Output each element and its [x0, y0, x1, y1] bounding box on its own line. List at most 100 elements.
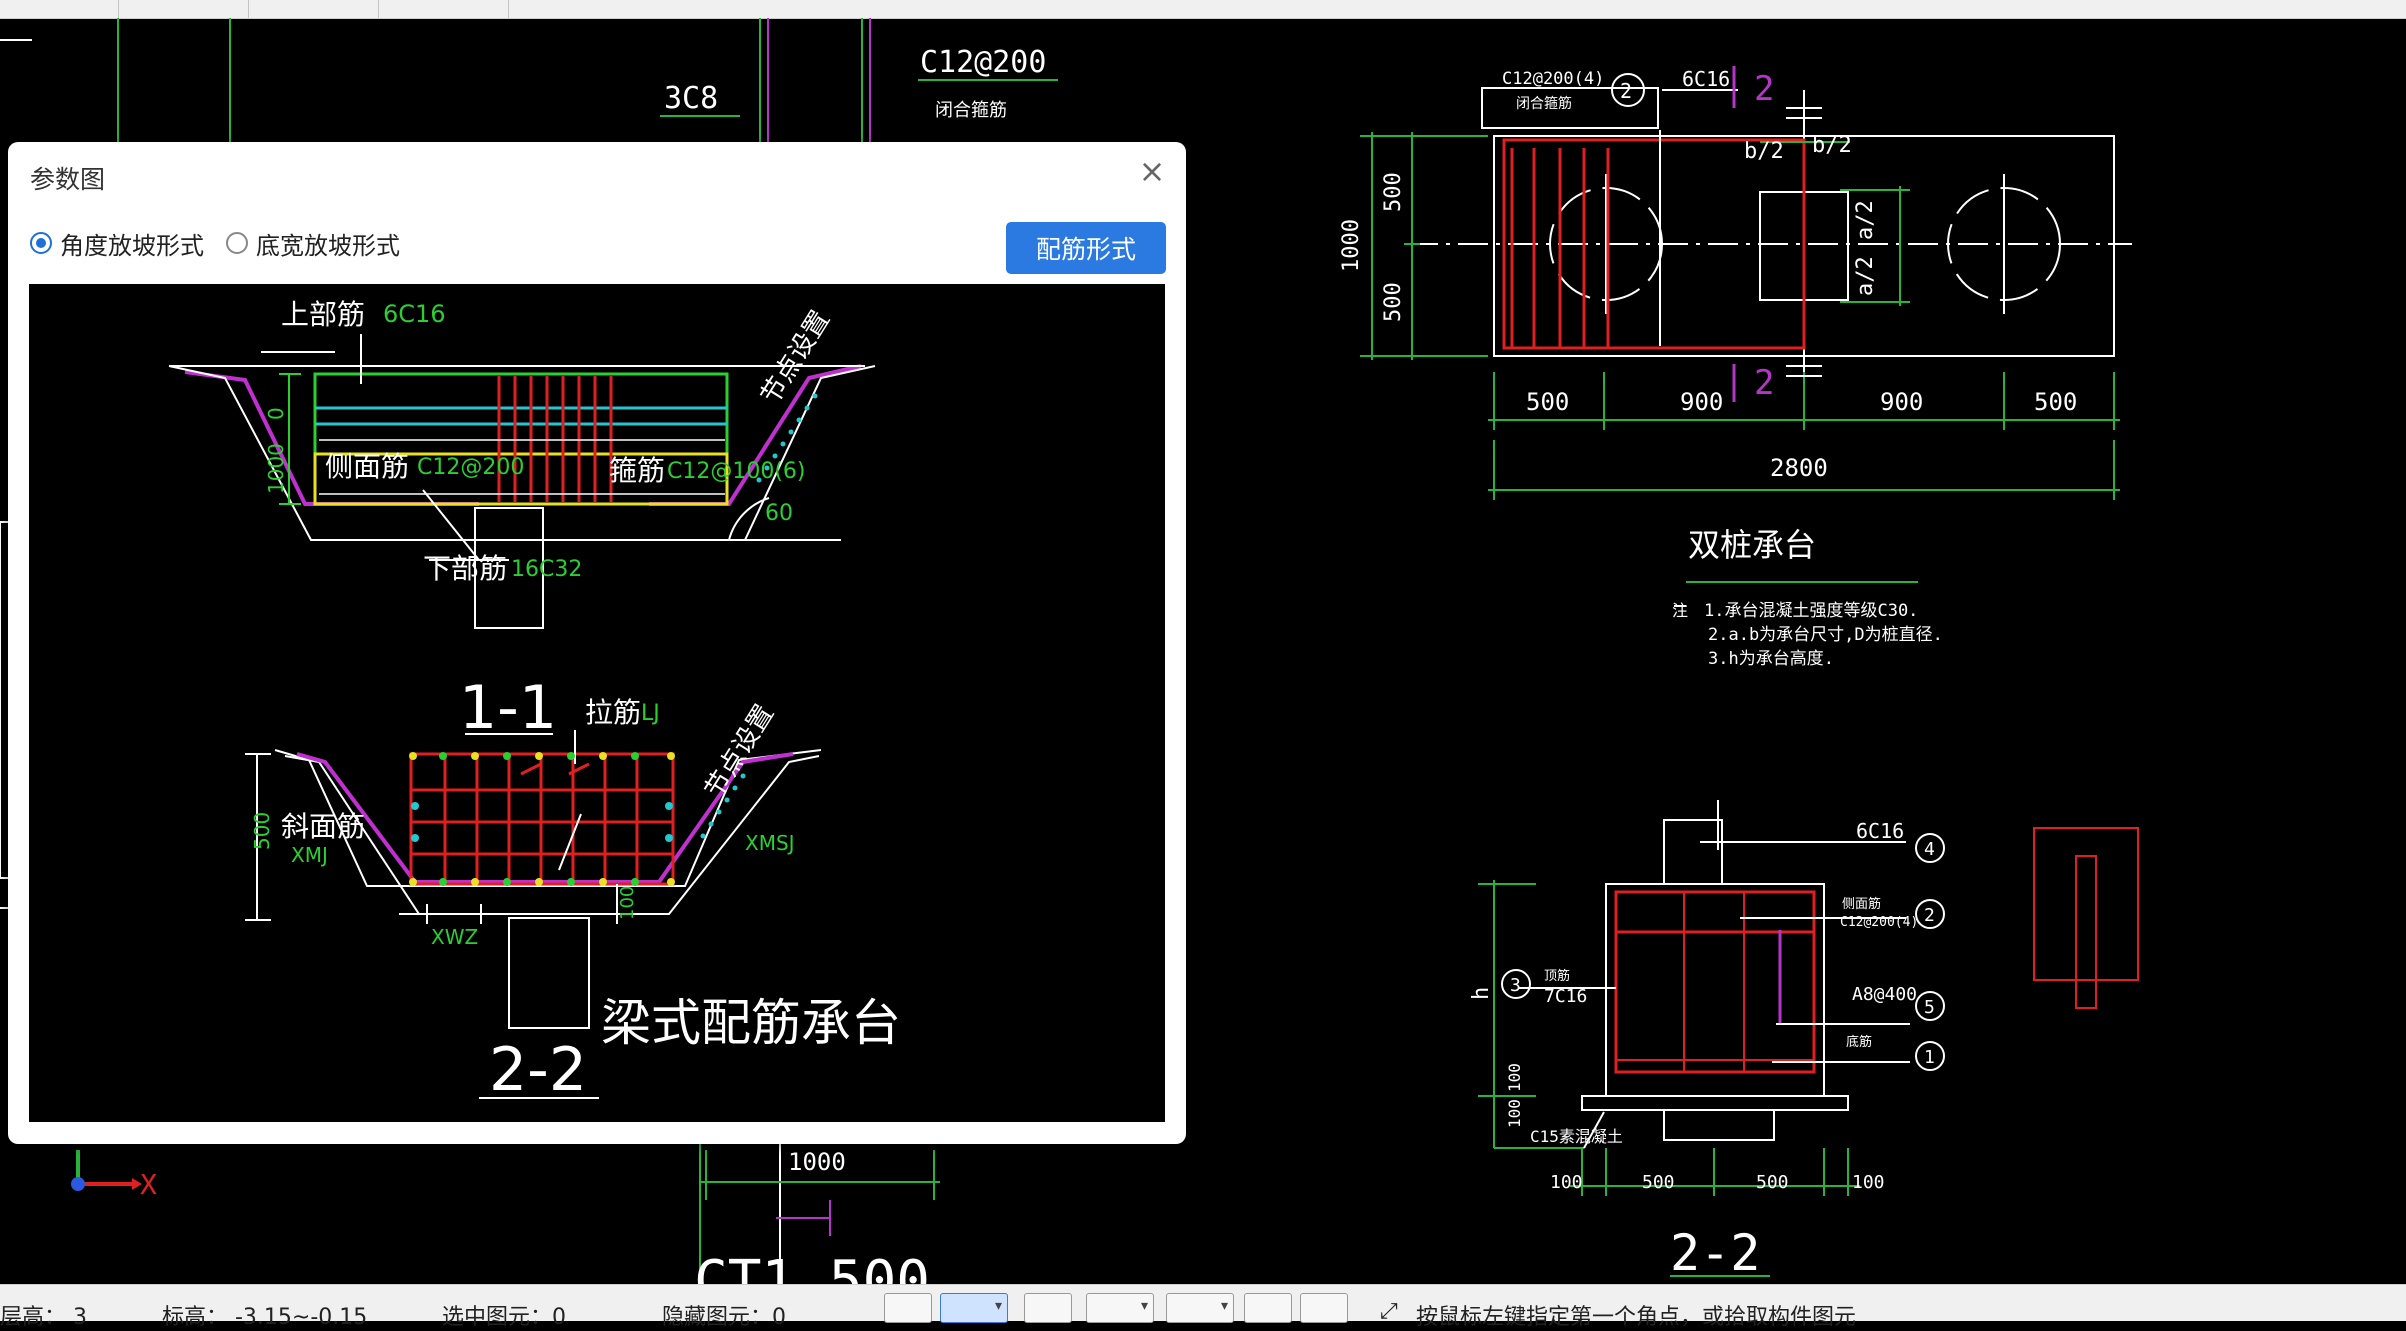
- status-floor-height: 层高： 3: [0, 1305, 87, 1330]
- svg-text:闭合箍筋: 闭合箍筋: [1516, 95, 1572, 112]
- svg-text:3: 3: [1510, 975, 1521, 996]
- svg-text:500: 500: [1381, 172, 1406, 212]
- svg-text:500: 500: [1756, 1172, 1789, 1193]
- resize-icon: ⤢: [1380, 1299, 1398, 1324]
- axis-x-label: X: [140, 1168, 157, 1201]
- dim-500: 500: [250, 812, 274, 850]
- svg-text:侧面筋: 侧面筋: [1842, 896, 1881, 912]
- parameter-dialog[interactable]: 参数图 × 角度放坡形式 底宽放坡形式 配筋形式 上部筋 6C16 侧面筋 C1…: [8, 142, 1186, 1144]
- radio-angle-label: 角度放坡形式: [60, 231, 204, 260]
- svg-text:1000: 1000: [1339, 219, 1364, 272]
- tie-label: 拉筋: [585, 696, 641, 729]
- radio-unchecked-icon[interactable]: [226, 232, 248, 254]
- node-setting-label: 节点设置: [755, 306, 836, 410]
- status-bar: 层高： 3 标高： -3.15~-0.15 选中图元：0 隐藏图元：0 ▾ ▾ …: [0, 1284, 2406, 1330]
- svg-text:a/2: a/2: [1853, 200, 1878, 240]
- svg-text:2-2: 2-2: [1670, 1224, 1760, 1282]
- toolbar-separator: [378, 0, 379, 18]
- axis-indicator: X: [71, 1150, 157, 1201]
- radio-width-label: 底宽放坡形式: [256, 231, 400, 260]
- toolbar-separator: [508, 0, 509, 18]
- snap-angle-button[interactable]: ▾: [1086, 1293, 1154, 1323]
- svg-text:1.承台混凝土强度等级C30.: 1.承台混凝土强度等级C30.: [1704, 601, 1918, 621]
- chevron-down-icon: ▾: [1220, 1298, 1228, 1314]
- svg-text:4: 4: [1924, 839, 1935, 860]
- angle-label: 60: [765, 501, 793, 526]
- cad-section-view: [1478, 800, 2139, 1277]
- cad-text: 3C8: [664, 81, 718, 116]
- toolbar-separator: [248, 0, 249, 18]
- svg-text:500: 500: [1642, 1172, 1675, 1193]
- svg-text:注: 注: [1672, 601, 1688, 620]
- svg-text:C12@200(4): C12@200(4): [1840, 915, 1918, 930]
- cad-top-annotations: C12@200 闭合箍筋 3C8: [660, 45, 1058, 121]
- status-hint: 按鼠标左键指定第一个角点，或拾取构件图元: [1416, 1305, 1857, 1330]
- cad-bottom-dims: 1000 CT1 500: [694, 1148, 940, 1284]
- svg-text:100: 100: [1505, 1063, 1524, 1092]
- svg-text:1: 1: [1924, 1047, 1935, 1068]
- stirrup-label: 箍筋: [609, 454, 665, 487]
- svg-text:900: 900: [1680, 388, 1723, 416]
- svg-text:500: 500: [1526, 388, 1569, 416]
- radio-checked-icon[interactable]: [30, 232, 52, 254]
- xmsj-label: XMSJ: [745, 831, 795, 855]
- cad-text: CT1 500: [694, 1249, 930, 1284]
- svg-text:2: 2: [1924, 905, 1935, 926]
- status-elevation: 标高： -3.15~-0.15: [162, 1305, 368, 1330]
- svg-text:100: 100: [1852, 1172, 1885, 1193]
- dim-zero: 0: [264, 407, 288, 420]
- xwz-label: XWZ: [431, 925, 478, 949]
- snap-rect-button[interactable]: ▾: [940, 1293, 1008, 1323]
- dim-1000: 1000: [264, 443, 288, 494]
- stirrup-value: C12@100(6): [667, 459, 806, 484]
- svg-text:a/2: a/2: [1853, 256, 1878, 296]
- reinforcement-form-button[interactable]: 配筋形式: [1006, 222, 1166, 274]
- snap-perp-button[interactable]: ▾: [1166, 1293, 1234, 1323]
- top-toolbar: [0, 0, 2406, 19]
- bottom-bar-value: 16C32: [511, 557, 582, 582]
- cad-text: 1000: [788, 1148, 846, 1176]
- status-selected: 选中图元：0: [442, 1305, 566, 1330]
- snap-cross-button[interactable]: [1024, 1293, 1072, 1323]
- snap-block-button[interactable]: [1244, 1293, 1292, 1323]
- section-1-1-title: 1-1: [459, 673, 557, 743]
- dialog-title: 参数图: [30, 165, 106, 194]
- side-bar-label: 侧面筋: [325, 450, 409, 483]
- snap-arc-button[interactable]: [1300, 1293, 1348, 1323]
- svg-text:2: 2: [1620, 79, 1632, 103]
- side-bar-value: C12@200: [417, 455, 524, 480]
- section-2-2-dots: [409, 752, 746, 886]
- svg-text:500: 500: [2034, 388, 2077, 416]
- svg-text:底筋: 底筋: [1846, 1034, 1872, 1050]
- svg-text:100: 100: [1550, 1172, 1583, 1193]
- svg-text:5: 5: [1924, 997, 1935, 1018]
- radio-width-slope[interactable]: 底宽放坡形式: [226, 228, 400, 260]
- slope-bar-label: 斜面筋: [281, 810, 365, 843]
- svg-text:b/2: b/2: [1812, 133, 1852, 158]
- svg-text:A8@400: A8@400: [1852, 984, 1917, 1005]
- status-hidden: 隐藏图元：0: [662, 1305, 786, 1330]
- close-icon[interactable]: ×: [1136, 155, 1168, 188]
- svg-text:2800: 2800: [1770, 454, 1828, 482]
- svg-text:2: 2: [1754, 69, 1774, 109]
- top-bar-value: 6C16: [383, 300, 446, 328]
- svg-text:双桩承台: 双桩承台: [1688, 526, 1816, 564]
- svg-text:100: 100: [1505, 1099, 1524, 1128]
- cad-plan-text: C12@200(4) 闭合箍筋 2 6C16 2 b/2 b/2 a/2 a/2…: [1339, 67, 2077, 669]
- section-1-1-text: 上部筋 6C16 侧面筋 C12@200 箍筋 C12@100(6) 下部筋 1…: [264, 298, 836, 743]
- svg-text:500: 500: [1381, 282, 1406, 322]
- svg-text:C12@200(4): C12@200(4): [1502, 69, 1604, 89]
- snap-endpoint-button[interactable]: [884, 1293, 932, 1323]
- svg-text:900: 900: [1880, 388, 1923, 416]
- svg-text:h: h: [1469, 987, 1494, 1000]
- svg-text:6C16: 6C16: [1682, 67, 1730, 91]
- drawing-caption: 梁式配筋承台: [601, 994, 901, 1052]
- svg-text:b/2: b/2: [1744, 139, 1784, 164]
- svg-text:3.h为承台高度.: 3.h为承台高度.: [1708, 649, 1834, 669]
- cad-section-text: 6C16 4 侧面筋 C12@200(4) 2 A8@400 5 底筋 1 3 …: [1469, 819, 1935, 1282]
- svg-text:顶筋: 顶筋: [1544, 968, 1570, 984]
- toolbar-separator: [118, 0, 119, 18]
- cad-text: 闭合箍筋: [935, 100, 1007, 121]
- radio-angle-slope[interactable]: 角度放坡形式: [30, 228, 204, 260]
- parameter-drawing: 上部筋 6C16 侧面筋 C12@200 箍筋 C12@100(6) 下部筋 1…: [29, 284, 1165, 1122]
